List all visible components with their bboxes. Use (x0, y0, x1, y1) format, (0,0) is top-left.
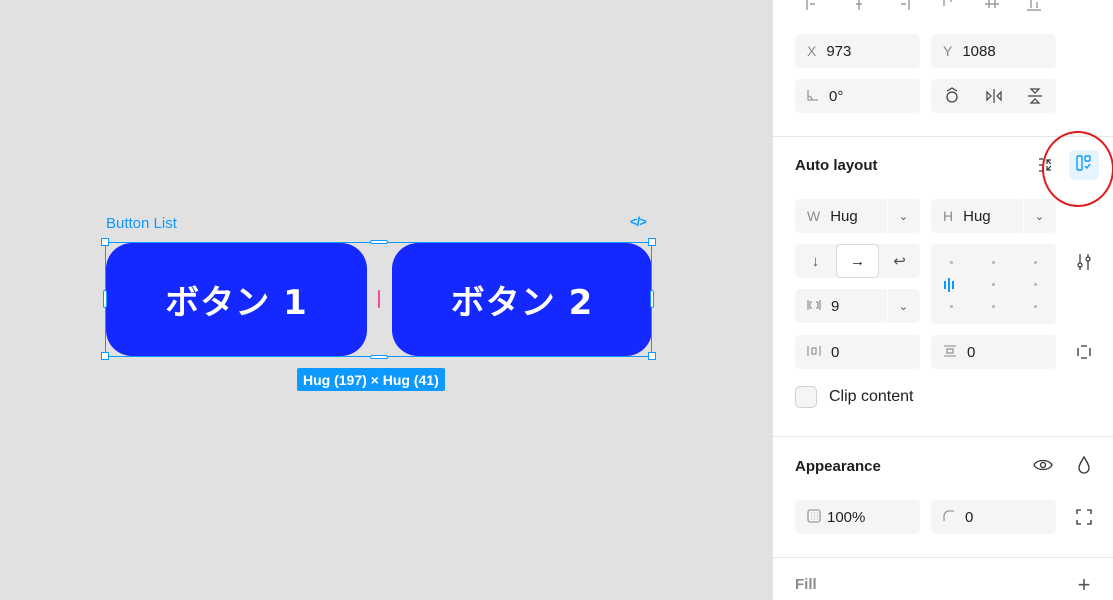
y-label: Y (943, 43, 953, 59)
layout-settings-sliders-icon[interactable] (1073, 251, 1095, 273)
horizontal-padding-icon (807, 344, 821, 360)
rotation-field[interactable]: 0° (795, 79, 920, 113)
individual-corners-icon[interactable] (1073, 506, 1095, 528)
direction-wrap-icon[interactable]: ↩ (879, 244, 920, 278)
selection-outline (105, 242, 652, 357)
resize-handle-bottom-left[interactable] (101, 352, 109, 360)
align-dot[interactable] (1034, 305, 1037, 308)
corner-radius-field[interactable]: 0 (931, 500, 1056, 534)
edge-handle-top[interactable] (370, 240, 388, 244)
height-label: H (943, 208, 954, 224)
align-left-icon[interactable] (803, 0, 823, 14)
horizontal-padding-field[interactable]: 0 (795, 335, 920, 369)
width-label: W (807, 208, 821, 224)
eye-icon[interactable] (1031, 454, 1055, 476)
align-center-h-icon[interactable] (849, 0, 869, 14)
blend-mode-drop-icon[interactable] (1073, 454, 1095, 476)
corner-radius-value: 0 (965, 508, 974, 526)
highlight-annotation-circle (1042, 131, 1113, 207)
gap-icon (807, 298, 821, 314)
frame-label[interactable]: Button List (106, 215, 177, 232)
corner-radius-icon (943, 509, 955, 525)
align-dot[interactable] (992, 261, 995, 264)
resize-handle-top-left[interactable] (101, 238, 109, 246)
individual-padding-icon[interactable] (1073, 341, 1095, 363)
clip-content-label: Clip content (829, 388, 914, 405)
x-label: X (807, 43, 817, 59)
align-right-icon[interactable] (893, 0, 913, 14)
add-fill-plus-icon[interactable]: + (1073, 572, 1095, 597)
vertical-padding-icon (943, 344, 957, 360)
transform-buttons (931, 79, 1056, 113)
align-dot[interactable] (1034, 261, 1037, 264)
auto-layout-title: Auto layout (795, 157, 878, 174)
align-dot[interactable] (950, 261, 953, 264)
clip-content-checkbox[interactable] (795, 386, 817, 408)
y-value: 1088 (962, 42, 996, 60)
align-bottom-icon[interactable] (1025, 0, 1045, 14)
edge-handle-right[interactable] (650, 290, 654, 308)
layout-direction-control: ↓ → ↩ (795, 244, 920, 278)
section-divider (773, 436, 1113, 437)
align-top-icon[interactable] (939, 0, 959, 14)
resize-handle-bottom-right[interactable] (648, 352, 656, 360)
align-dot[interactable] (950, 305, 953, 308)
code-icon[interactable]: </> (630, 214, 647, 229)
y-position-field[interactable]: Y 1088 (931, 34, 1056, 68)
height-dropdown-chevron-icon[interactable]: ⌄ (1023, 199, 1055, 233)
vertical-padding-field[interactable]: 0 (931, 335, 1056, 369)
size-badge: Hug (197) × Hug (41) (297, 368, 445, 391)
x-value: 973 (826, 42, 852, 60)
gap-dropdown-chevron-icon[interactable]: ⌄ (887, 289, 919, 323)
edge-handle-left[interactable] (103, 290, 107, 308)
vertical-padding-value: 0 (967, 343, 976, 361)
properties-panel: X 973 Y 1088 0° Auto layout W Hug ⌄ H Hu… (772, 0, 1113, 600)
align-dot[interactable] (992, 283, 995, 286)
flip-vertical-icon[interactable] (1014, 79, 1056, 113)
width-dropdown-chevron-icon[interactable]: ⌄ (887, 199, 919, 233)
edge-handle-bottom[interactable] (370, 355, 388, 359)
angle-icon (807, 88, 819, 104)
align-selected-indicator[interactable] (944, 278, 954, 292)
design-canvas[interactable]: Button List </> ボタン 1 ボタン 2 Hug (197) × … (0, 0, 772, 600)
rotation-value: 0° (829, 87, 844, 105)
appearance-title: Appearance (795, 458, 881, 475)
flip-horizontal-icon[interactable] (973, 79, 1015, 113)
gap-value: 9 (831, 297, 840, 315)
height-value: Hug (963, 207, 991, 225)
horizontal-padding-value: 0 (831, 343, 840, 361)
opacity-value: 100% (827, 508, 866, 526)
direction-horizontal-icon[interactable]: → (836, 244, 879, 278)
section-divider (773, 557, 1113, 558)
align-dot[interactable] (1034, 283, 1037, 286)
opacity-field[interactable]: 100% (795, 500, 920, 534)
rotate-icon[interactable] (931, 79, 973, 113)
alignment-grid[interactable] (931, 244, 1056, 324)
resize-handle-top-right[interactable] (648, 238, 656, 246)
width-value: Hug (830, 207, 858, 225)
direction-vertical-icon[interactable]: ↓ (795, 244, 836, 278)
x-position-field[interactable]: X 973 (795, 34, 920, 68)
opacity-icon (807, 508, 821, 526)
align-dot[interactable] (992, 305, 995, 308)
fill-title: Fill (795, 576, 817, 593)
align-middle-v-icon[interactable] (983, 0, 1003, 14)
